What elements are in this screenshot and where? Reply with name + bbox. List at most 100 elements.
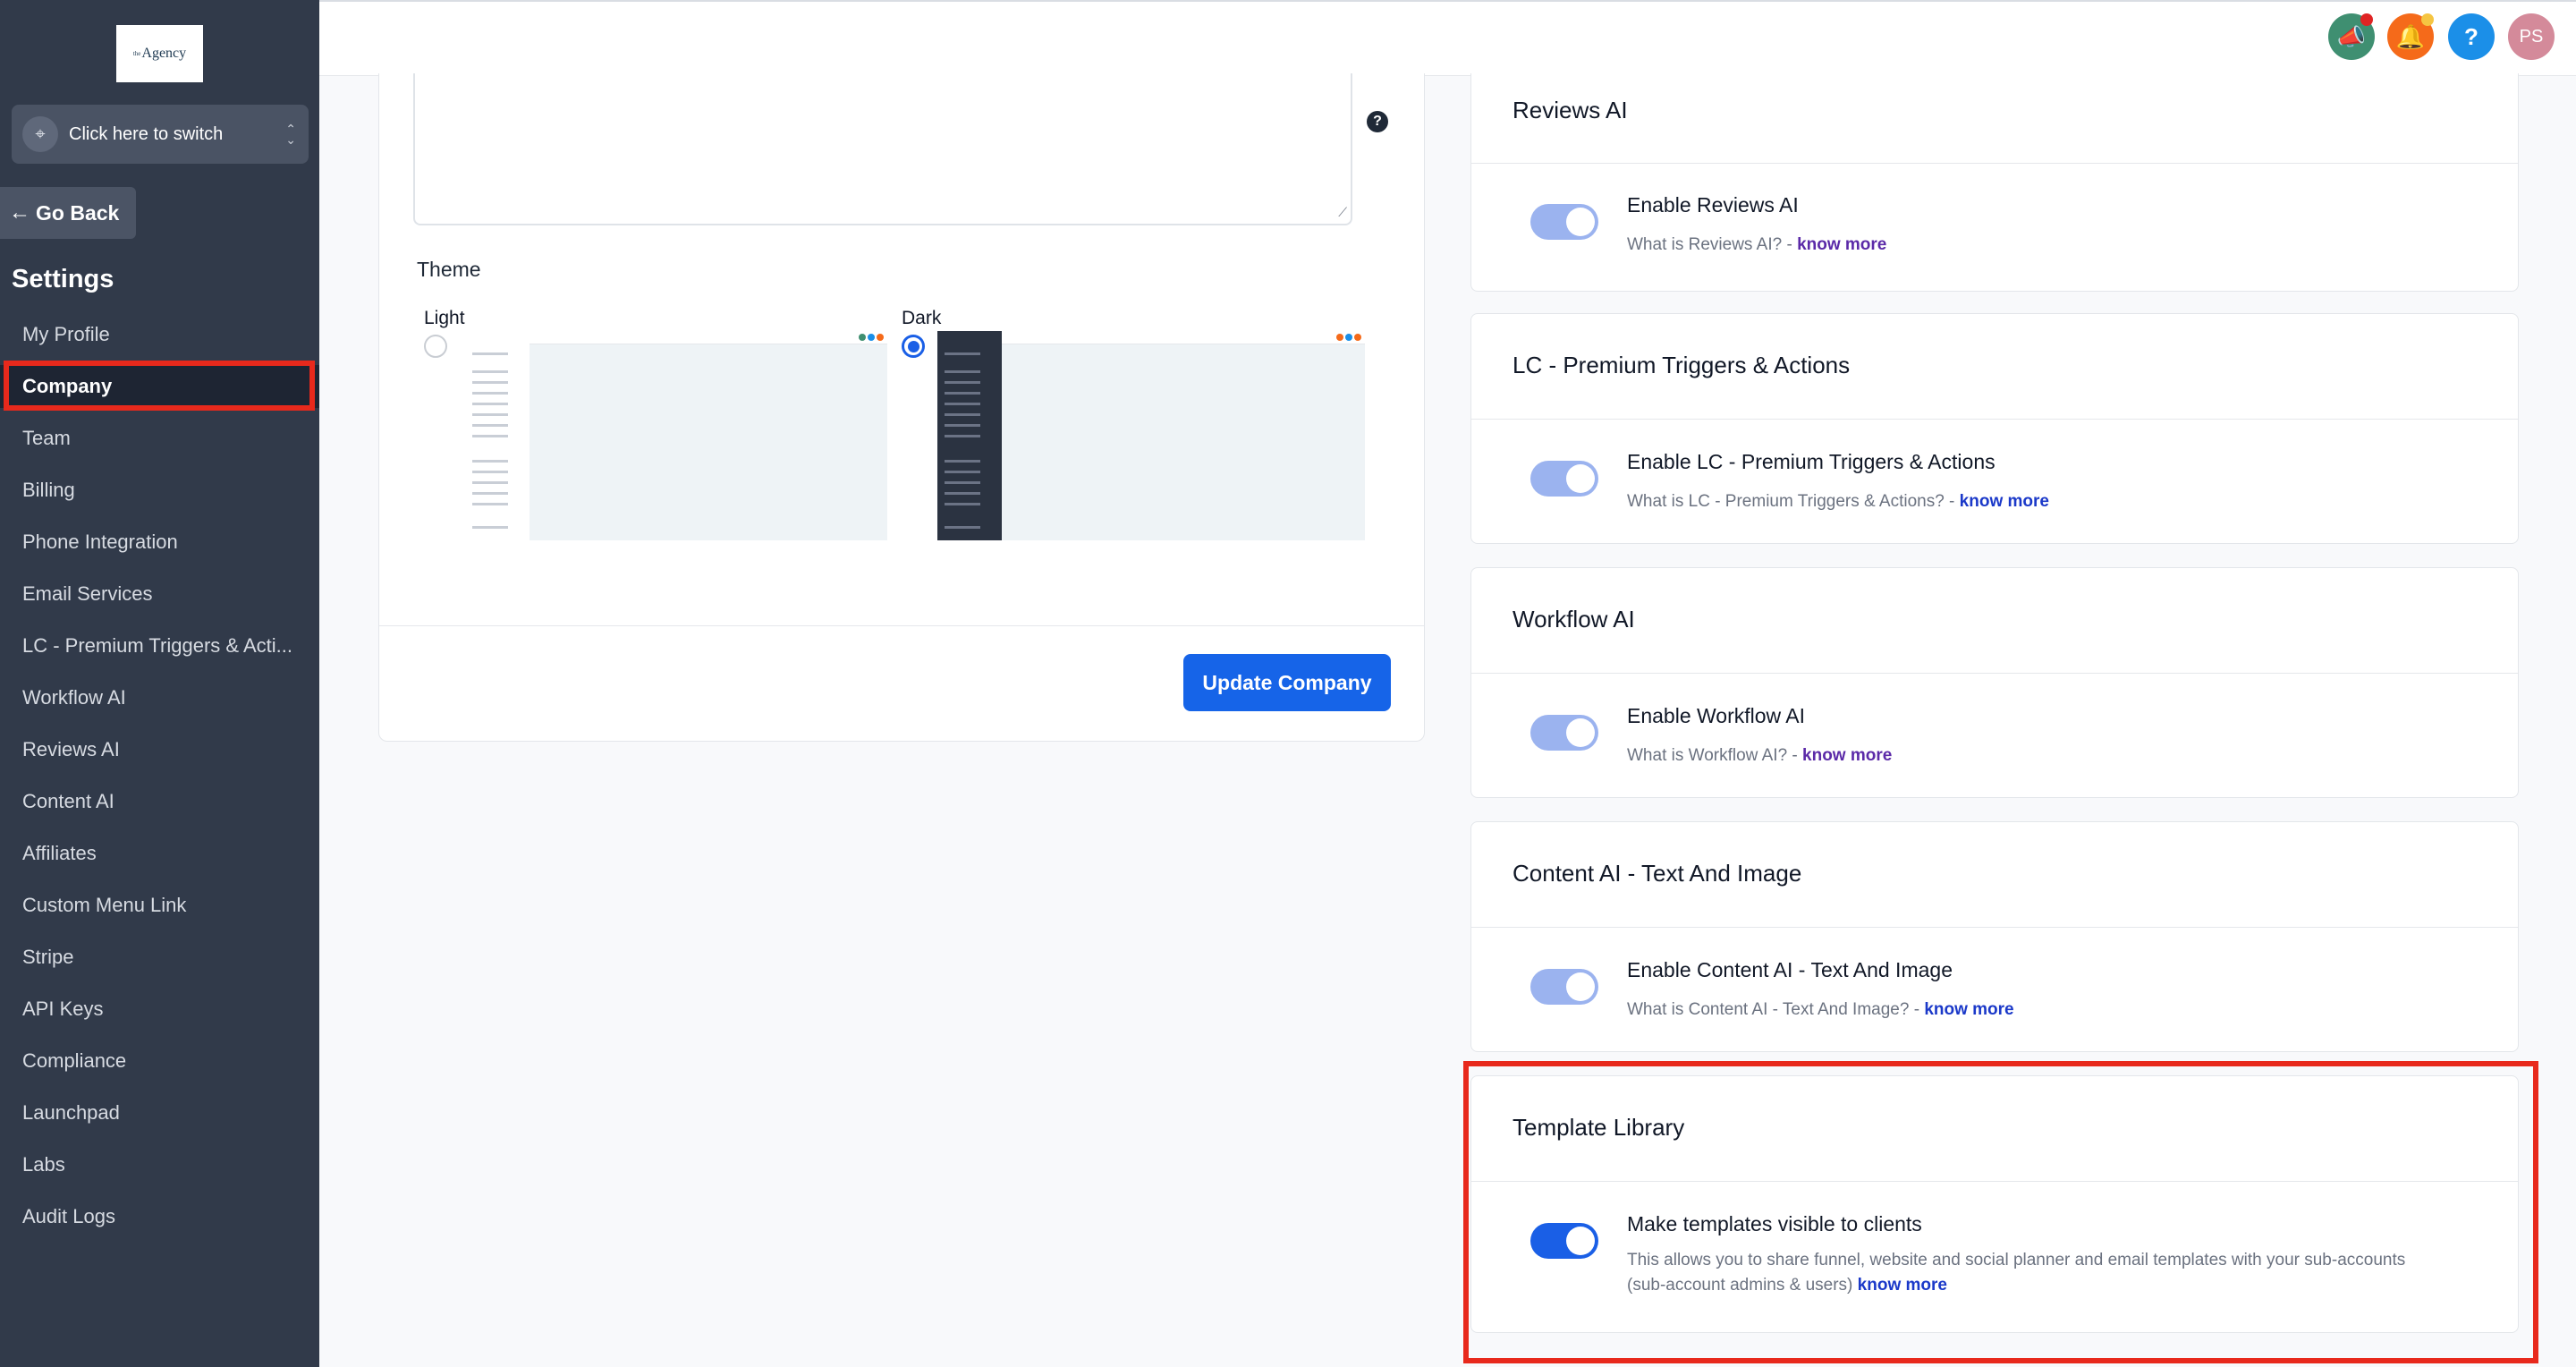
resize-handle-icon[interactable]: ⟋ [1338,205,1347,220]
card-title: Workflow AI [1513,606,1635,633]
help-icon[interactable]: ? [2448,13,2495,60]
sidebar-item-label: Reviews AI [22,738,120,760]
sidebar-item-label: LC - Premium Triggers & Acti... [22,634,292,657]
company-settings-card: ⟋ ? Theme Light Dark Update Company [378,73,1425,742]
card-description: What is Workflow AI? - know more [1627,743,2414,768]
description-text: What is Content AI - Text And Image? - [1627,1000,1925,1019]
template-visibility-toggle[interactable] [1530,1223,1598,1259]
description-text: What is LC - Premium Triggers & Actions?… [1627,492,1960,511]
reviews-ai-card: Reviews AI Enable Reviews AI What is Rev… [1470,73,2519,292]
pointer-click-icon: ⌖ [22,116,58,152]
sidebar-item-billing[interactable]: Billing [0,469,319,512]
sidebar-item-label: API Keys [22,998,104,1020]
card-description: What is Reviews AI? - know more [1627,233,2414,258]
question-circle-icon[interactable]: ? [1367,111,1388,132]
card-divider [1471,419,2518,420]
know-more-link[interactable]: know more [1960,492,2049,511]
sidebar-item-workflow-ai[interactable]: Workflow AI [0,676,319,719]
arrow-left-icon: ← [9,200,30,225]
sidebar-item-label: Phone Integration [22,531,178,553]
enable-label: Make templates visible to clients [1627,1212,1922,1235]
sidebar-item-email-services[interactable]: Email Services [0,573,319,616]
card-description: This allows you to share funnel, website… [1627,1248,2414,1298]
sidebar-item-phone-integration[interactable]: Phone Integration [0,521,319,564]
theme-dark-radio[interactable] [902,335,925,358]
dark-theme-preview[interactable] [937,331,1365,540]
bell-icon[interactable]: 🔔 [2387,13,2434,60]
sidebar-item-my-profile[interactable]: My Profile [0,313,319,356]
sidebar-item-company[interactable]: Company [0,365,319,408]
sidebar-item-affiliates[interactable]: Affiliates [0,832,319,875]
sidebar-item-reviews-ai[interactable]: Reviews AI [0,728,319,771]
card-divider [1471,673,2518,674]
know-more-link[interactable]: know more [1802,746,1892,765]
sidebar-item-team[interactable]: Team [0,417,319,460]
know-more-link[interactable]: know more [1924,1000,2013,1019]
enable-label: Enable LC - Premium Triggers & Actions [1627,450,1996,473]
sidebar-item-api-keys[interactable]: API Keys [0,988,319,1031]
agency-logo[interactable]: the Agency [116,25,203,82]
chevron-up-down-icon: ⌃ ⌄ [285,122,296,147]
settings-heading: Settings [12,265,114,293]
sidebar-item-launchpad[interactable]: Launchpad [0,1091,319,1134]
theme-light-radio[interactable] [424,335,447,358]
sidebar-item-label: Content AI [22,790,114,812]
enable-label: Enable Reviews AI [1627,193,1799,217]
card-title: Content AI - Text And Image [1513,860,1802,887]
light-theme-preview[interactable] [465,331,887,540]
update-company-button[interactable]: Update Company [1183,654,1391,711]
reviews-ai-toggle[interactable] [1530,204,1598,240]
theme-label: Theme [417,258,481,281]
card-title: Reviews AI [1513,97,1628,123]
sidebar-item-label: Audit Logs [22,1205,115,1227]
go-back-button[interactable]: ← Go Back [0,187,136,239]
avatar[interactable]: PS [2508,13,2555,60]
workflow-ai-toggle[interactable] [1530,715,1598,751]
switcher-label: Click here to switch [69,123,224,144]
content-ai-card: Content AI - Text And Image Enable Conte… [1470,821,2519,1052]
notification-dot [2421,13,2434,26]
preview-sidebar [937,331,1002,540]
sidebar-item-label: Workflow AI [22,686,126,709]
card-divider [379,625,1424,626]
preview-topbar [1002,331,1365,344]
logo-sup: the [132,50,141,57]
enable-label: Enable Content AI - Text And Image [1627,958,1953,981]
sidebar-item-label: Team [22,427,71,449]
sidebar-item-content-ai[interactable]: Content AI [0,780,319,823]
description-text: What is Workflow AI? - [1627,746,1803,765]
sidebar-item-label: Billing [22,479,75,501]
enable-label: Enable Workflow AI [1627,704,1806,727]
sidebar-item-custom-menu-link[interactable]: Custom Menu Link [0,884,319,927]
description-text: This allows you to share funnel, website… [1627,1251,2406,1295]
go-back-label: Go Back [36,200,120,225]
description-text: What is Reviews AI? - [1627,235,1798,254]
content-ai-toggle[interactable] [1530,969,1598,1005]
card-title: LC - Premium Triggers & Actions [1513,352,1851,378]
sidebar-item-compliance[interactable]: Compliance [0,1040,319,1083]
sidebar-item-stripe[interactable]: Stripe [0,936,319,979]
sidebar-item-lc-premium[interactable]: LC - Premium Triggers & Acti... [0,624,319,667]
theme-light-label: Light [424,308,465,328]
preview-sidebar [465,331,530,540]
template-library-card: Template Library Make templates visible … [1470,1075,2519,1333]
account-switcher[interactable]: ⌖ Click here to switch ⌃ ⌄ [12,105,309,164]
sidebar: the Agency ⌖ Click here to switch ⌃ ⌄ ← Go… [0,0,319,1367]
card-description: What is Content AI - Text And Image? - k… [1627,998,2414,1023]
sidebar-item-audit-logs[interactable]: Audit Logs [0,1195,319,1238]
sidebar-item-label: Company [22,375,113,397]
lc-premium-toggle[interactable] [1530,461,1598,497]
sidebar-item-label: Labs [22,1153,65,1176]
sidebar-item-labs[interactable]: Labs [0,1143,319,1186]
notification-dot [2360,13,2373,26]
know-more-link[interactable]: know more [1797,235,1886,254]
top-bar: 📣 🔔 ? PS [319,0,2576,76]
logo-text: Agency [141,46,187,61]
sidebar-item-label: Compliance [22,1049,127,1072]
know-more-link[interactable]: know more [1858,1276,1947,1295]
megaphone-icon[interactable]: 📣 [2328,13,2375,60]
card-divider [1471,1181,2518,1182]
company-textarea[interactable]: ⟋ [413,73,1352,225]
theme-dark-label: Dark [902,308,942,328]
sidebar-item-label: Email Services [22,582,153,605]
